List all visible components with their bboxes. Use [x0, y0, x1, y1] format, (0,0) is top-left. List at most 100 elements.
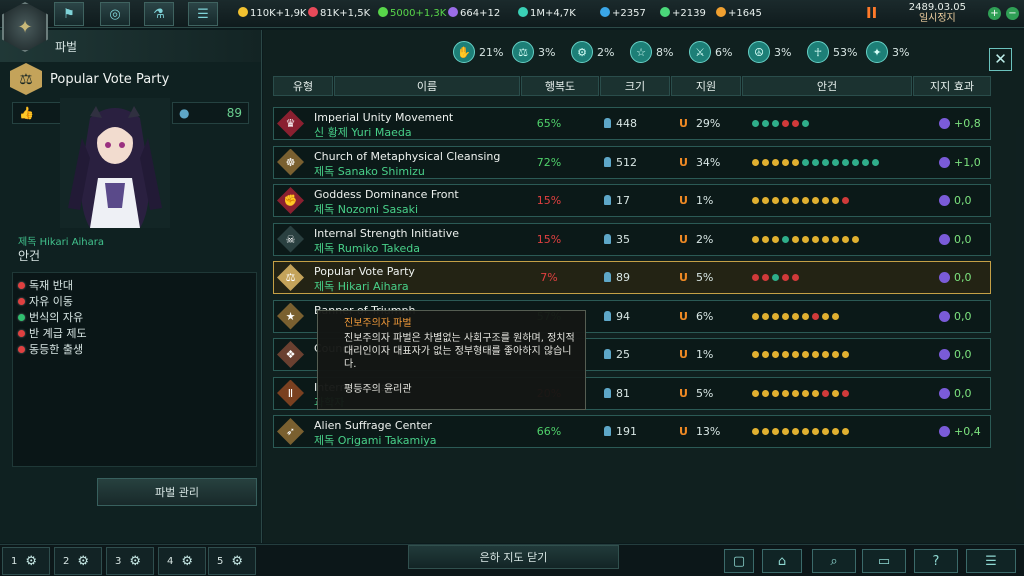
fleet-slot-3[interactable]: 3 ⚙: [106, 547, 154, 575]
ethic-pacifist[interactable]: ☮ 3%: [748, 41, 803, 63]
faction-support-value: 5%: [695, 386, 714, 400]
column-size[interactable]: 크기: [600, 76, 670, 96]
technology-button[interactable]: ⚗: [144, 2, 174, 26]
agenda-item[interactable]: 독재 반대: [18, 277, 251, 293]
planets-button[interactable]: ◎: [100, 2, 130, 26]
influence-icon: [939, 195, 950, 206]
column-agenda[interactable]: 안건: [742, 76, 912, 96]
faction-agenda-dots[interactable]: [752, 351, 849, 358]
unity-icon: U: [679, 194, 688, 207]
faction-agenda-dots[interactable]: [752, 312, 839, 320]
pause-icon[interactable]: II: [866, 4, 877, 22]
contacts-button[interactable]: ☰: [188, 2, 218, 26]
faction-name[interactable]: Alien Suffrage Center: [314, 419, 432, 432]
resource-influence[interactable]: 664+12: [448, 7, 500, 19]
faction-leader[interactable]: 제독 Sanako Shimizu: [314, 163, 425, 179]
agenda-dot: [822, 235, 829, 243]
agenda-item[interactable]: 동등한 출생: [18, 341, 251, 357]
faction-agenda-dots[interactable]: [752, 428, 849, 435]
agenda-dot: [842, 389, 849, 397]
ethic-materialist[interactable]: ⚙ 2%: [571, 41, 626, 63]
agenda-item[interactable]: 반 계급 제도: [18, 325, 251, 341]
faction-leader[interactable]: 신 황제 Yuri Maeda: [314, 124, 412, 140]
faction-leader[interactable]: 제독 Nozomi Sasaki: [314, 201, 418, 217]
help-icon[interactable]: ?: [914, 549, 958, 573]
ethic-authoritarian[interactable]: ✦ 3%: [866, 41, 921, 63]
faction-agenda-dots[interactable]: [752, 235, 859, 243]
faction-agenda-dots[interactable]: [752, 120, 809, 127]
resource-physics[interactable]: +2357: [600, 7, 646, 19]
faction-agenda-dots[interactable]: [752, 197, 849, 204]
agenda-dot: [782, 312, 789, 320]
unity-icon: U: [679, 348, 688, 361]
resource-society[interactable]: +2139: [660, 7, 706, 19]
faction-name[interactable]: Imperial Unity Movement: [314, 111, 453, 124]
agenda-dot: [812, 351, 819, 358]
resource-food[interactable]: 5000+1,3K: [378, 7, 446, 19]
faction-agenda-dots[interactable]: [752, 274, 799, 281]
close-galaxy-map-button[interactable]: 은하 지도 닫기: [408, 545, 619, 569]
ethic-militarist[interactable]: ⚔ 6%: [689, 41, 744, 63]
column-type[interactable]: 유형: [273, 76, 333, 96]
faction-leader[interactable]: 제독 Origami Takamiya: [314, 432, 437, 448]
faction-row[interactable]: ➶ Alien Suffrage Center 제독 Origami Takamiy…: [273, 415, 991, 448]
faction-row[interactable]: ☸ Church of Metaphysical Cleansing 제독 Sana…: [273, 145, 991, 179]
faction-leader[interactable]: 제독 Hikari Aihara: [314, 278, 409, 294]
column-name[interactable]: 이름: [334, 76, 520, 96]
home-system-icon[interactable]: ⌂: [762, 549, 802, 573]
faction-leader[interactable]: 제독 Rumiko Takeda: [314, 240, 420, 256]
resource-unity[interactable]: 1M+4,7K: [518, 7, 576, 19]
faction-size: 448: [604, 117, 637, 130]
fleet-slot-5[interactable]: 5 ⚙: [208, 547, 256, 575]
faction-support-value: 5%: [695, 271, 714, 284]
faction-agenda-dots[interactable]: [752, 158, 879, 166]
faction-name[interactable]: Internal Strength Initiative: [314, 227, 459, 240]
faction-name[interactable]: Popular Vote Party: [314, 265, 415, 278]
column-support[interactable]: 지원: [671, 76, 741, 96]
fleet-slot-1[interactable]: 1 ⚙: [2, 547, 50, 575]
fleet-slot-4[interactable]: 4 ⚙: [158, 547, 206, 575]
leader-name[interactable]: 제독 Hikari Aihara: [18, 233, 104, 248]
xenophile-icon: ☆: [630, 41, 652, 63]
search-icon[interactable]: ⌕: [812, 549, 856, 573]
members-stat[interactable]: ● 89: [172, 102, 249, 124]
column-happiness[interactable]: 행복도: [521, 76, 599, 96]
leader-portrait: [60, 98, 170, 228]
speed-up-icon[interactable]: +: [988, 7, 1001, 20]
ethic-spiritualist[interactable]: ☥ 53%: [807, 41, 862, 63]
outliner-toggle-icon[interactable]: ▢: [724, 549, 754, 573]
messages-icon[interactable]: ▭: [862, 549, 906, 573]
resource-minerals[interactable]: 81K+1,5K: [308, 7, 370, 19]
factions-list-panel: ✋ 21% ⚖ 3% ⚙ 2% ☆ 8% ⚔ 6% ☮ 3% ☥ 53% ✦ 3% ✕ 유형 이…: [263, 30, 1024, 543]
egalitarian-icon: ⚖: [512, 41, 534, 63]
agenda-item[interactable]: 자유 이동: [18, 293, 251, 309]
faction-row[interactable]: ⚖ Popular Vote Party 제독 Hikari Aihara 7% 89 U…: [273, 261, 991, 294]
game-date[interactable]: 2489.03.05 일시정지: [909, 2, 966, 24]
resource-engineering[interactable]: +1645: [716, 7, 762, 19]
manage-faction-button[interactable]: 파벌 관리: [97, 478, 257, 506]
column-support-effect[interactable]: 지지 효과: [913, 76, 991, 96]
faction-effect-value: 0,0: [954, 309, 972, 323]
faction-size-value: 81: [616, 386, 630, 400]
influence-icon: [939, 349, 950, 360]
faction-row[interactable]: ☠ Internal Strength Initiative 제독 Rumiko T…: [273, 222, 991, 256]
unity-icon: U: [679, 386, 688, 400]
ethic-fanatic-spiritualist[interactable]: ✋ 21%: [453, 41, 508, 63]
faction-agenda-dots[interactable]: [752, 389, 849, 397]
speed-down-icon[interactable]: −: [1006, 7, 1019, 20]
faction-row[interactable]: ✊ Goddess Dominance Front 제독 Nozomi Sasaki…: [273, 184, 991, 217]
close-icon[interactable]: ✕: [989, 48, 1012, 71]
menu-icon[interactable]: ☰: [966, 549, 1016, 573]
agenda-item[interactable]: 번식의 자유: [18, 309, 251, 325]
agenda-dot: [762, 428, 769, 435]
ethic-xenophile[interactable]: ☆ 8%: [630, 41, 685, 63]
ethic-egalitarian[interactable]: ⚖ 3%: [512, 41, 567, 63]
fleet-slot-2[interactable]: 2 ⚙: [54, 547, 102, 575]
agenda-dot: [792, 428, 799, 435]
faction-name[interactable]: Goddess Dominance Front: [314, 188, 459, 201]
resource-energy[interactable]: 110K+1,9K: [238, 7, 306, 19]
faction-name[interactable]: Church of Metaphysical Cleansing: [314, 150, 500, 163]
faction-row[interactable]: ♛ Imperial Unity Movement 신 황제 Yuri Maeda 6…: [273, 107, 991, 140]
empire-button[interactable]: ⚑: [54, 2, 84, 26]
agenda-dot: [812, 197, 819, 204]
